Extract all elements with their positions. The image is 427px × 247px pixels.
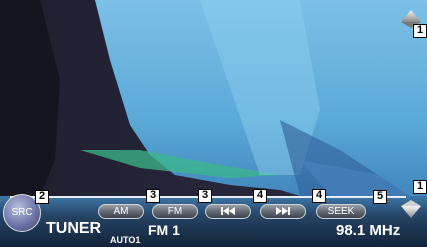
source-label: TUNER bbox=[46, 220, 102, 237]
arrow-down-button[interactable] bbox=[399, 196, 423, 220]
skip-next-icon bbox=[276, 207, 290, 215]
callout-src: 2 bbox=[35, 190, 49, 204]
callout-next: 4 bbox=[312, 189, 326, 203]
callout-fm: 3 bbox=[198, 189, 212, 203]
frequency-label: 98.1 MHz bbox=[336, 222, 401, 239]
band-label: FM 1 bbox=[148, 222, 180, 238]
next-button[interactable] bbox=[260, 204, 306, 219]
fm-button[interactable]: FM bbox=[152, 204, 198, 219]
callout-am: 3 bbox=[146, 189, 160, 203]
callout-seek: 5 bbox=[373, 190, 387, 204]
tuner-screen: 1 1 SRC 2 AM 3 FM 3 4 4 SEEK 5 TUNER AUT… bbox=[0, 0, 427, 247]
callout-prev: 4 bbox=[253, 189, 267, 203]
seek-button[interactable]: SEEK bbox=[316, 204, 366, 219]
arrow-down-icon bbox=[401, 200, 421, 218]
skip-previous-icon bbox=[221, 207, 235, 215]
am-button[interactable]: AM bbox=[98, 204, 144, 219]
callout-down: 1 bbox=[413, 180, 427, 194]
seek-mode-label: AUTO1 bbox=[110, 235, 141, 245]
callout-up: 1 bbox=[413, 24, 427, 38]
previous-button[interactable] bbox=[205, 204, 251, 219]
